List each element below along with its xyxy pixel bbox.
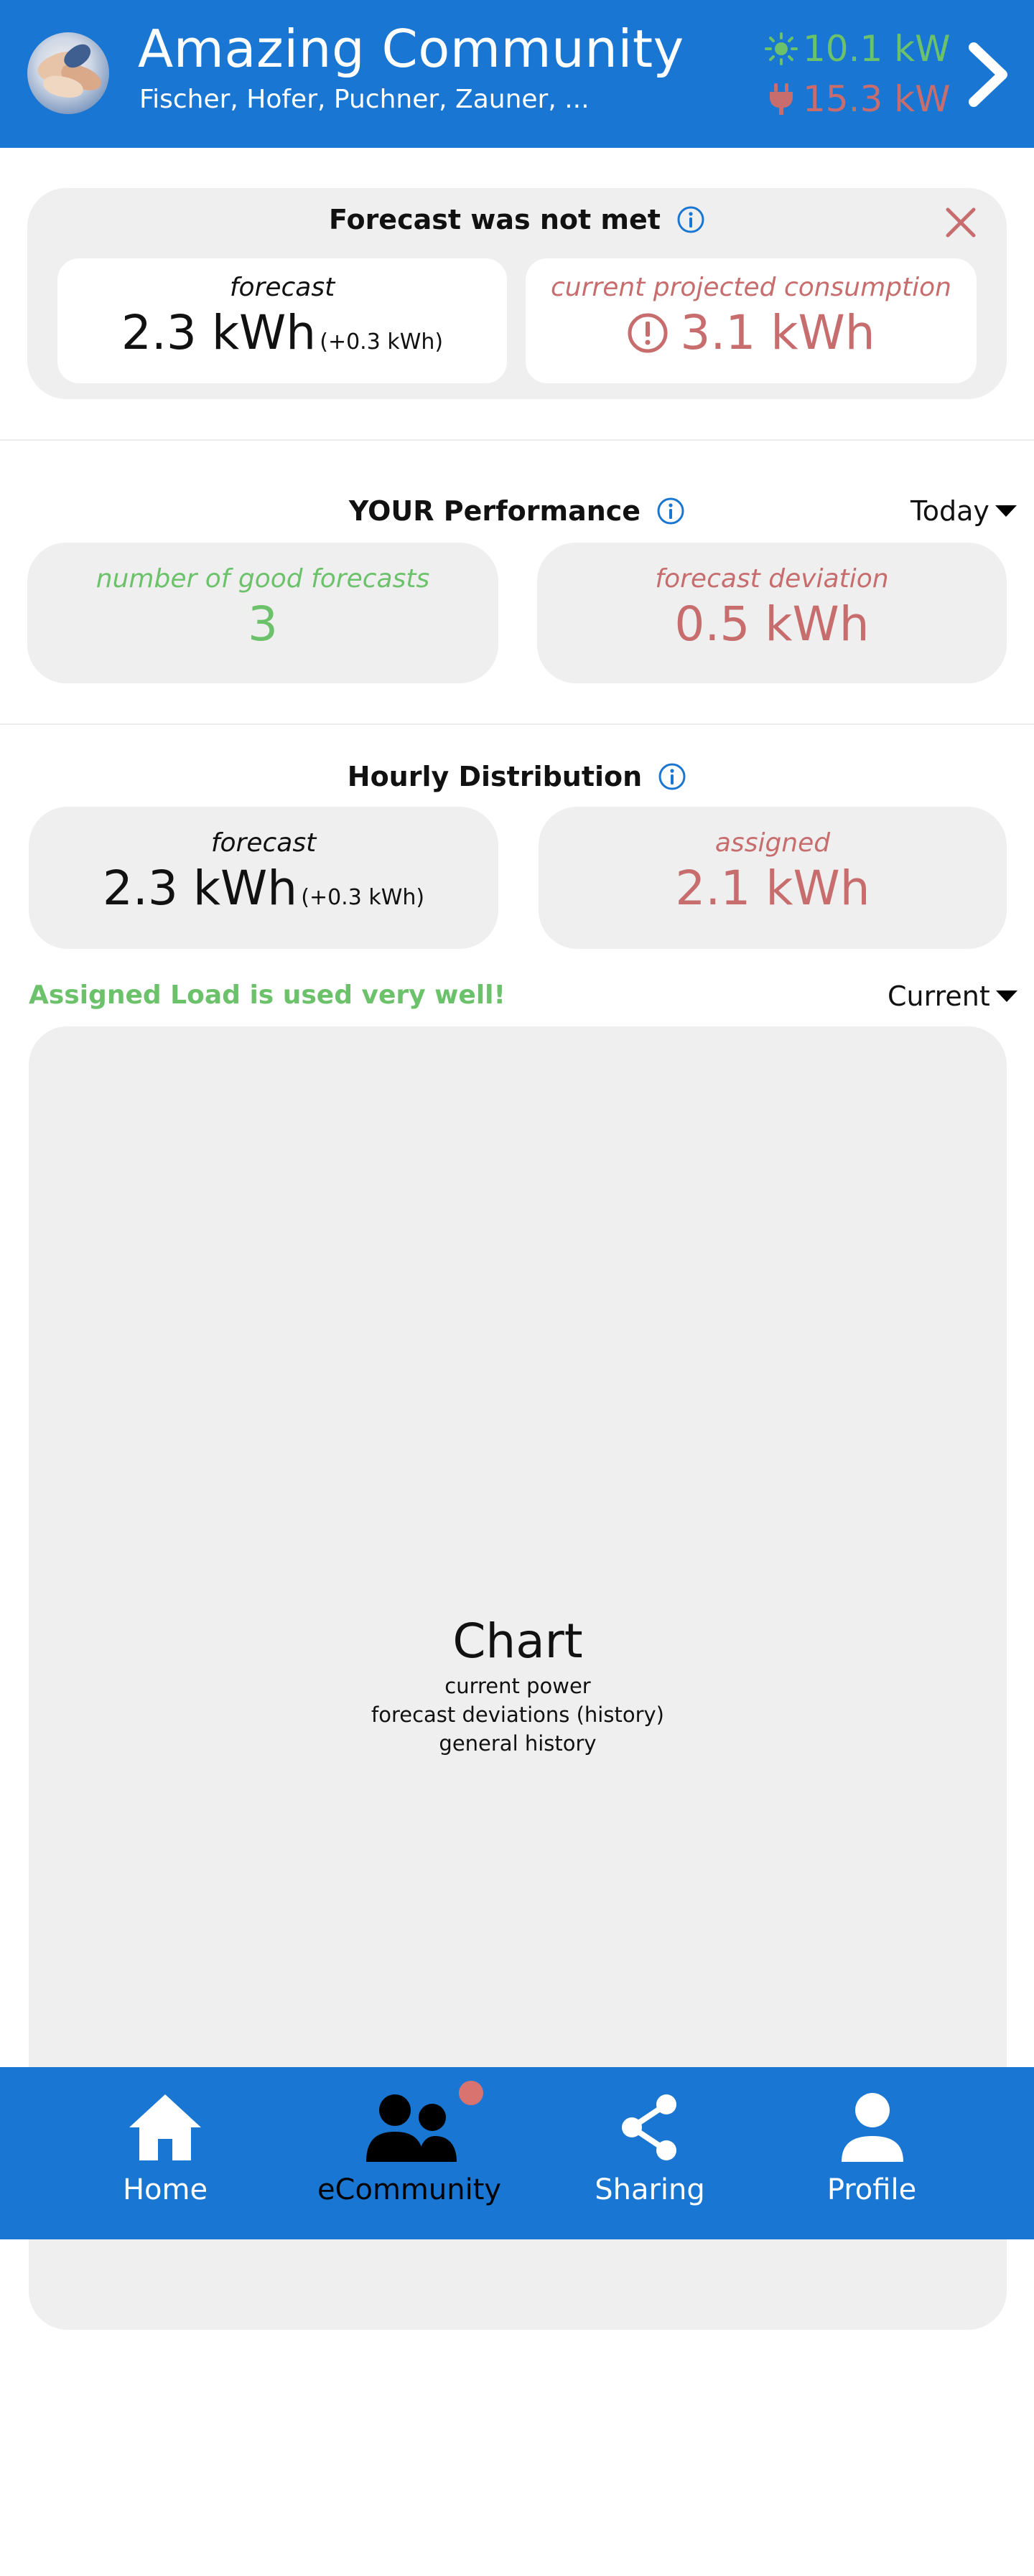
alert-forecast-delta: (+0.3 kWh) [320,329,444,355]
forecast-deviation-card: forecast deviation 0.5 kWh [537,543,1007,683]
chart-line-3: general history [439,1731,597,1756]
hourly-forecast-label: forecast [210,828,317,858]
consumption-readout: 15.3 kW [764,76,951,122]
forecast-deviation-label: forecast deviation [655,564,889,594]
chart-title: Chart [452,1613,583,1669]
app-header: Amazing Community Fischer, Hofer, Puchne… [0,0,1034,148]
home-icon [129,2094,201,2160]
chevron-right-icon[interactable] [962,39,1012,111]
nav-sharing-label: Sharing [595,2173,705,2206]
forecast-deviation-value: 0.5 kWh [674,596,870,652]
hourly-heading: Hourly Distribution [0,761,1034,792]
mode-dropdown[interactable]: Current [888,980,1017,1012]
nav-ecommunity-label: eCommunity [317,2173,502,2206]
good-forecasts-value: 3 [248,596,278,652]
hourly-assigned-label: assigned [714,828,831,858]
alert-forecast-label: forecast [229,273,335,302]
alert-forecast-box: forecast 2.3 kWh (+0.3 kWh) [57,258,507,383]
hourly-forecast-card: forecast 2.3 kWh (+0.3 kWh) [29,807,498,949]
info-icon[interactable] [658,762,686,791]
community-title: Amazing Community [138,19,684,79]
notification-badge [459,2081,483,2105]
hourly-title: Hourly Distribution [347,761,643,792]
mode-value: Current [888,980,990,1012]
community-avatar[interactable] [27,32,109,114]
nav-ecommunity[interactable]: eCommunity [316,2067,503,2239]
assigned-load-status: Assigned Load is used very well! [29,980,506,1010]
section-divider [0,723,1034,725]
nav-profile-label: Profile [826,2173,917,2206]
alert-forecast-value: 2.3 kWh [121,305,317,360]
bottom-navigation: Home eCommunity Sharing Profile [0,2067,1034,2239]
profile-icon [842,2093,903,2162]
good-forecasts-label: number of good forecasts [96,564,430,594]
caret-down-icon [995,505,1017,517]
good-forecasts-card: number of good forecasts 3 [27,543,498,683]
plug-icon [770,83,793,115]
close-icon[interactable] [945,207,977,238]
forecast-alert-card: Forecast was not met forecast 2.3 kWh (+… [27,188,1007,399]
alert-title: Forecast was not met [329,204,661,235]
performance-heading: YOUR Performance [0,495,1034,527]
consumption-value: 15.3 kW [803,78,951,120]
section-divider [0,439,1034,441]
caret-down-icon [995,990,1017,1002]
alert-heading: Forecast was not met [27,204,1007,235]
hourly-assigned-value: 2.1 kWh [675,861,870,916]
community-icon [366,2094,457,2162]
nav-home-label: Home [122,2173,208,2206]
alert-projected-label: current projected consumption [551,273,951,302]
production-value: 10.1 kW [803,28,951,70]
chart-line-2: forecast deviations (history) [371,1702,664,1727]
nav-sharing[interactable]: Sharing [574,2067,725,2239]
chart-line-1: current power [444,1674,591,1698]
share-icon [622,2094,676,2160]
community-members: Fischer, Hofer, Puchner, Zauner, ... [139,85,590,114]
hourly-forecast-value: 2.3 kWh [102,861,298,916]
hourly-assigned-card: assigned 2.1 kWh [539,807,1007,949]
warning-icon [628,313,668,352]
alert-projected-value: 3.1 kWh [680,305,875,360]
period-dropdown[interactable]: Today [910,495,1017,527]
hourly-forecast-delta: (+0.3 kWh) [301,885,425,910]
performance-title: YOUR Performance [348,495,641,527]
nav-profile[interactable]: Profile [800,2067,944,2239]
sun-icon [765,32,798,65]
period-value: Today [910,495,989,527]
alert-projected-box: current projected consumption 3.1 kWh [526,258,977,383]
nav-home[interactable]: Home [93,2067,237,2239]
production-readout: 10.1 kW [764,26,951,72]
info-icon[interactable] [676,205,705,234]
info-icon[interactable] [656,497,685,525]
